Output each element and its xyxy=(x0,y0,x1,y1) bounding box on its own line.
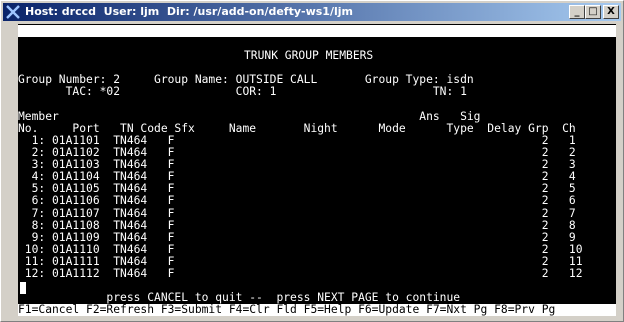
close-button[interactable]: X xyxy=(603,5,619,19)
page-indicator: Page 1 xyxy=(548,48,603,62)
function-key-bar[interactable]: F1=Cancel F2=Refresh F3=Submit F4=Clr Fl… xyxy=(18,303,616,316)
title-bar[interactable]: Host: drccd User: ljm Dir: /usr/add-on/d… xyxy=(3,3,621,21)
minimize-button[interactable]: _ xyxy=(569,5,585,19)
window-title: Host: drccd User: ljm Dir: /usr/add-on/d… xyxy=(25,5,353,18)
terminal-screen[interactable]: list members trunk-group 2 Page 1 TRUNK … xyxy=(18,24,616,316)
member-row: 12: 01A1112 TN464 F 2 12 xyxy=(18,267,583,280)
member-row: 6: 01A1106 TN464 F 2 6 xyxy=(18,194,576,207)
maximize-button[interactable]: □ xyxy=(585,5,601,19)
command-bar: list members trunk-group 2 Page 1 xyxy=(18,25,616,61)
terminal-window: Host: drccd User: ljm Dir: /usr/add-on/d… xyxy=(0,0,624,322)
x-app-icon xyxy=(6,5,20,19)
screen-heading: TRUNK GROUP MEMBERS xyxy=(244,49,374,62)
tac-info-line: TAC: *02 COR: 1 TN: 1 xyxy=(18,85,467,98)
command-line: list members trunk-group 2 xyxy=(58,36,236,50)
